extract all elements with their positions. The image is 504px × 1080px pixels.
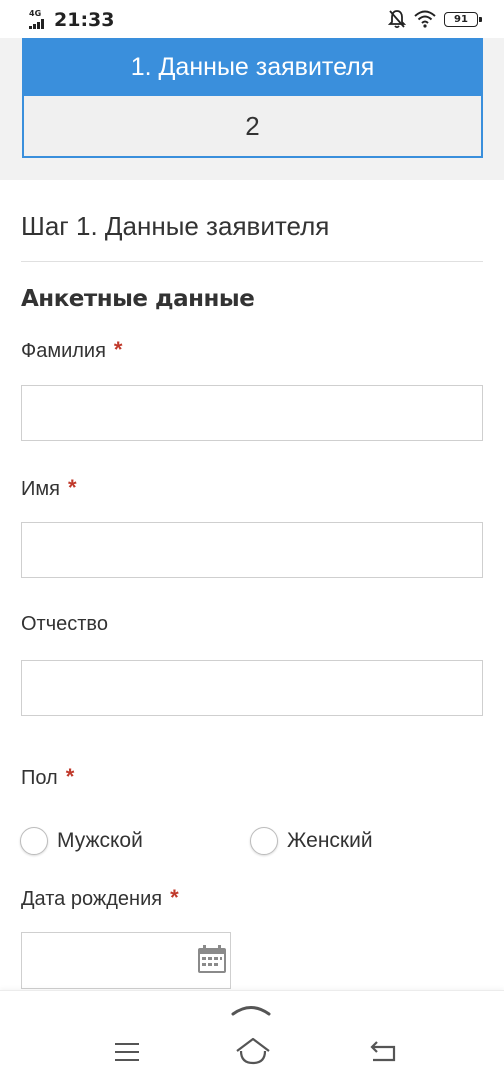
gender-radio-female[interactable]: Женский — [250, 827, 373, 855]
required-mark: * — [65, 764, 75, 789]
chevron-up-icon[interactable] — [230, 1001, 272, 1017]
home-icon[interactable] — [235, 1037, 271, 1065]
stepper: 1. Данные заявителя 2 — [0, 38, 504, 180]
status-time: 21:33 — [54, 9, 115, 31]
required-mark: * — [170, 885, 179, 910]
back-icon[interactable] — [370, 1040, 398, 1064]
radio-label-male[interactable]: Мужской — [57, 829, 143, 853]
birth-date-input[interactable] — [21, 932, 231, 989]
patronymic-input[interactable] — [21, 660, 483, 716]
surname-label: Фамилия * — [21, 337, 122, 363]
name-label-text: Имя — [21, 478, 60, 500]
surname-input[interactable] — [21, 385, 483, 441]
required-mark: * — [67, 475, 77, 500]
step-tab-active[interactable]: 1. Данные заявителя — [22, 38, 483, 96]
name-label: Имя * — [21, 475, 77, 501]
patronymic-label-text: Отчество — [21, 613, 108, 635]
radio-button[interactable] — [20, 827, 48, 855]
bell-muted-icon — [388, 10, 406, 29]
name-input[interactable] — [21, 522, 483, 578]
surname-label-text: Фамилия — [21, 340, 106, 362]
battery-level: 91 — [454, 13, 468, 25]
gender-label-text: Пол — [21, 767, 58, 789]
calendar-icon[interactable] — [197, 944, 227, 974]
status-bar: 4G 21:33 91 — [0, 0, 504, 38]
section-title: Анкетные данные — [21, 286, 255, 312]
radio-button[interactable] — [250, 827, 278, 855]
divider — [21, 261, 483, 262]
patronymic-label: Отчество — [21, 613, 108, 636]
gender-radio-male[interactable]: Мужской — [20, 827, 143, 855]
birth-date-label: Дата рождения * — [21, 885, 179, 911]
system-nav-bar — [0, 990, 504, 1080]
signal-icon: 4G — [29, 9, 47, 29]
birth-date-label-text: Дата рождения — [21, 888, 163, 910]
gender-label: Пол * — [21, 764, 74, 790]
step-title: Шаг 1. Данные заявителя — [21, 211, 330, 241]
network-type: 4G — [29, 9, 42, 18]
required-mark: * — [113, 337, 123, 362]
menu-icon[interactable] — [114, 1042, 140, 1062]
radio-label-female[interactable]: Женский — [287, 829, 373, 853]
battery-icon: 91 — [444, 11, 482, 27]
step-tab-next[interactable]: 2 — [22, 96, 483, 158]
wifi-icon — [414, 10, 436, 28]
